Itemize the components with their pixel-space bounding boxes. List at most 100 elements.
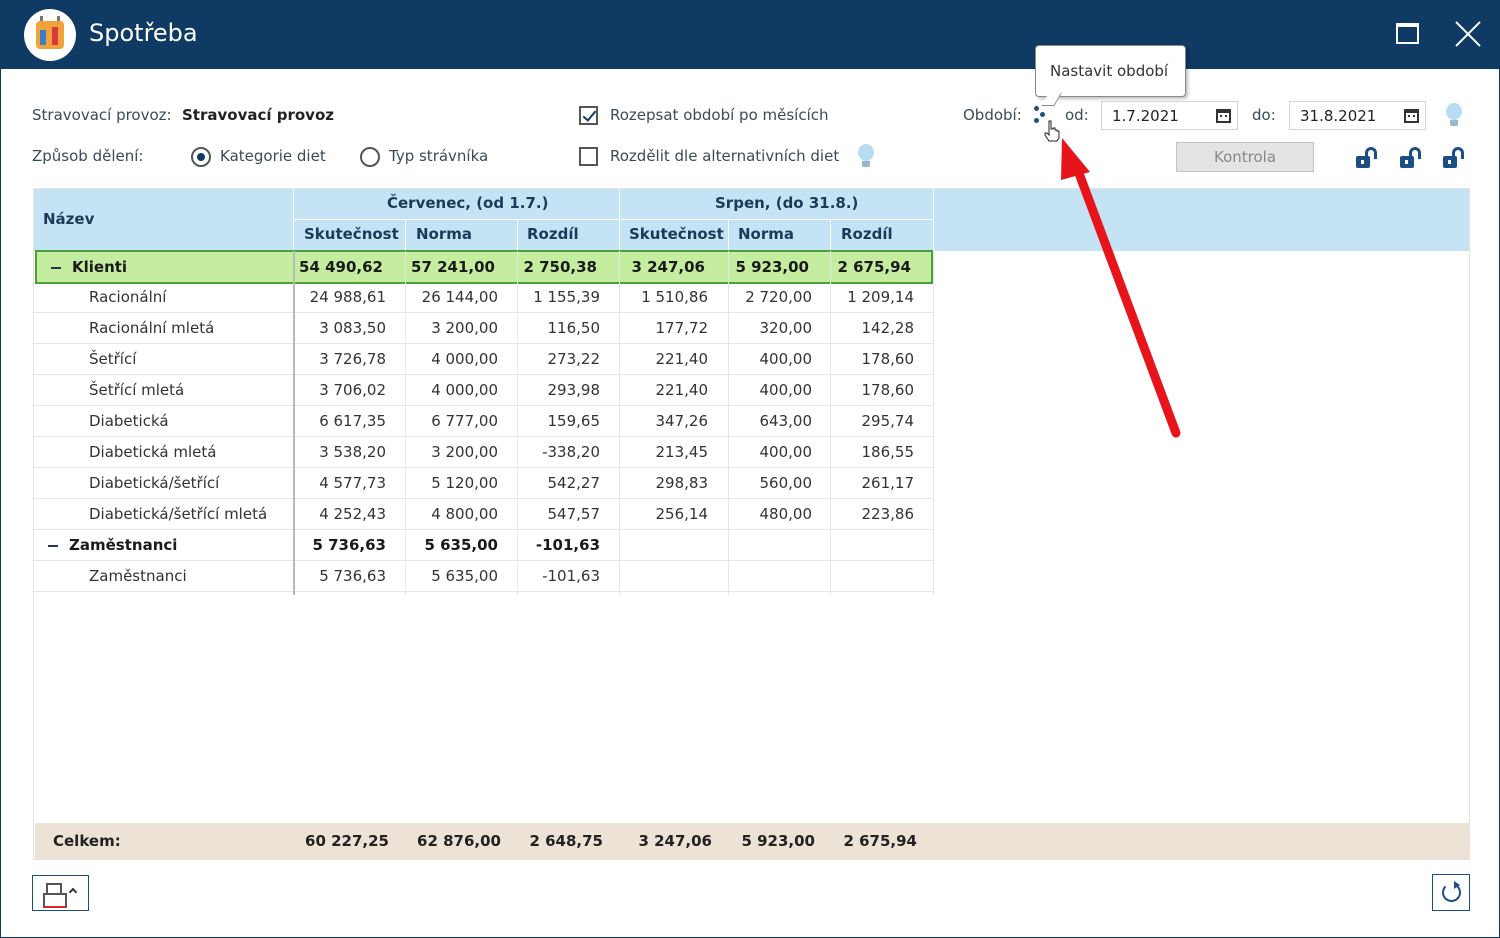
total-row: Celkem: 60 227,25 62 876,00 2 648,75 3 247,… xyxy=(35,823,1470,860)
alt-diets-label[interactable]: Rozdělit dle alternativních diet xyxy=(610,147,839,165)
cell-value: 298,83 xyxy=(655,474,709,492)
table-row[interactable]: Racionální 24 988,61 26 144,00 1 155,39 1 51… xyxy=(34,282,934,313)
column-header-actual[interactable]: Skutečnost xyxy=(629,225,724,243)
consumption-grid[interactable]: Název Červenec, (od 1.7.) Srpen, (do 31.… xyxy=(33,188,1470,860)
row-name: Diabetická mletá xyxy=(89,443,217,461)
split-months-checkbox[interactable] xyxy=(579,106,598,125)
cell-value: 159,65 xyxy=(547,412,601,430)
cell-value: 2 750,38 xyxy=(523,258,597,276)
from-label: od: xyxy=(1065,106,1089,124)
column-header-norm[interactable]: Norma xyxy=(416,225,472,243)
column-header-actual[interactable]: Skutečnost xyxy=(304,225,399,243)
period-label: Období: xyxy=(963,106,1022,124)
unlock-icon[interactable] xyxy=(1443,146,1465,170)
column-separator xyxy=(517,251,518,595)
radio-diet-category[interactable] xyxy=(191,147,211,167)
total-value: 5 923,00 xyxy=(741,832,815,850)
cell-value: 57 241,00 xyxy=(411,258,495,276)
cell-value: 54 490,62 xyxy=(299,258,383,276)
column-separator xyxy=(933,251,934,595)
table-row[interactable]: Šetřící 3 726,78 4 000,00 273,22 221,40 400,0… xyxy=(34,344,934,375)
row-name: Klienti xyxy=(72,258,128,276)
column-header-name[interactable]: Název xyxy=(43,210,94,228)
provoz-value[interactable]: Stravovací provoz xyxy=(182,106,334,124)
maximize-icon[interactable] xyxy=(1396,23,1419,44)
group-row[interactable]: Zaměstnanci 5 736,63 5 635,00 -101,63 xyxy=(34,530,934,561)
table-row[interactable]: Diabetická 6 617,35 6 777,00 159,65 347,26 64… xyxy=(34,406,934,437)
column-separator xyxy=(405,251,406,595)
table-row[interactable]: Diabetická mletá 3 538,20 3 200,00 -338,20 2… xyxy=(34,437,934,468)
table-row[interactable]: Diabetická/šetřící mletá 4 252,43 4 800,00… xyxy=(34,499,934,530)
cell-value: 221,40 xyxy=(655,350,709,368)
row-name: Racionální xyxy=(89,288,167,306)
cell-value: 4 000,00 xyxy=(431,381,498,399)
cell-value: 4 577,73 xyxy=(319,474,386,492)
column-header-norm[interactable]: Norma xyxy=(738,225,794,243)
cell-value: 480,00 xyxy=(759,505,813,523)
table-row[interactable]: Diabetická/šetřící 4 577,73 5 120,00 542,27… xyxy=(34,468,934,499)
group-row[interactable]: Klienti 54 490,62 57 241,00 2 750,38 3 247,0… xyxy=(35,250,933,284)
cell-value: -101,63 xyxy=(535,536,600,554)
total-value: 2 648,75 xyxy=(529,832,603,850)
cell-value: 142,28 xyxy=(861,319,915,337)
radio-diet-category-label[interactable]: Kategorie diet xyxy=(220,147,326,165)
window-title: Spotřeba xyxy=(89,19,198,47)
to-label: do: xyxy=(1252,106,1276,124)
unlock-icon[interactable] xyxy=(1356,146,1378,170)
radio-diner-type-label[interactable]: Typ strávníka xyxy=(389,147,488,165)
cell-value: 400,00 xyxy=(759,443,813,461)
table-row[interactable]: Zaměstnanci 5 736,63 5 635,00 -101,63 xyxy=(34,561,934,592)
cell-value: 3 247,06 xyxy=(631,258,705,276)
radio-diner-type[interactable] xyxy=(360,147,380,167)
column-header-diff[interactable]: Rozdíl xyxy=(527,225,579,243)
period-header-august: Srpen, (do 31.8.) xyxy=(715,194,859,212)
cell-value: 221,40 xyxy=(655,381,709,399)
cell-value: 400,00 xyxy=(759,350,813,368)
refresh-icon xyxy=(1442,881,1461,902)
close-icon[interactable] xyxy=(1454,20,1482,48)
cell-value: 1 510,86 xyxy=(641,288,708,306)
lightbulb-icon[interactable] xyxy=(857,144,875,170)
calendar-icon[interactable] xyxy=(1216,109,1231,123)
cell-value: 5 736,63 xyxy=(312,536,386,554)
cell-value: 3 083,50 xyxy=(319,319,386,337)
split-label: Způsob dělení: xyxy=(32,147,144,165)
cell-value: 400,00 xyxy=(759,381,813,399)
kontrola-button[interactable]: Kontrola xyxy=(1176,142,1314,172)
total-value: 60 227,25 xyxy=(305,832,389,850)
print-button[interactable] xyxy=(32,875,89,911)
cell-value: 1 155,39 xyxy=(533,288,600,306)
calendar-icon[interactable] xyxy=(1404,109,1419,123)
cell-value: 24 988,61 xyxy=(309,288,386,306)
cell-value: 5 635,00 xyxy=(424,536,498,554)
collapse-icon[interactable] xyxy=(51,267,61,269)
cell-value: 3 200,00 xyxy=(431,319,498,337)
cell-value: 2 675,94 xyxy=(837,258,911,276)
table-row[interactable]: Racionální mletá 3 083,50 3 200,00 116,50 17… xyxy=(34,313,934,344)
total-value: 62 876,00 xyxy=(417,832,501,850)
cell-value: 4 252,43 xyxy=(319,505,386,523)
unlock-icon[interactable] xyxy=(1400,146,1422,170)
row-name: Diabetická/šetřící mletá xyxy=(89,505,268,523)
split-months-label[interactable]: Rozepsat období po měsících xyxy=(610,106,829,124)
refresh-button[interactable] xyxy=(1432,874,1470,911)
cell-value: 261,17 xyxy=(861,474,915,492)
cell-value: 6 617,35 xyxy=(319,412,386,430)
alt-diets-checkbox[interactable] xyxy=(579,147,598,166)
lightbulb-icon[interactable] xyxy=(1445,103,1463,129)
cell-value: 177,72 xyxy=(655,319,709,337)
cell-value: 347,26 xyxy=(655,412,709,430)
row-name: Šetřící xyxy=(89,350,137,368)
hand-cursor-icon xyxy=(1044,120,1060,142)
cell-value: 3 726,78 xyxy=(319,350,386,368)
cell-value: 1 209,14 xyxy=(847,288,914,306)
column-separator xyxy=(619,251,620,595)
cell-value: -338,20 xyxy=(542,443,600,461)
total-value: 2 675,94 xyxy=(843,832,917,850)
cell-value: 295,74 xyxy=(861,412,915,430)
column-header-diff[interactable]: Rozdíl xyxy=(841,225,893,243)
collapse-icon[interactable] xyxy=(48,545,58,547)
cell-value: 3 538,20 xyxy=(319,443,386,461)
cell-value: 178,60 xyxy=(861,381,915,399)
table-row[interactable]: Šetřící mletá 3 706,02 4 000,00 293,98 221,4… xyxy=(34,375,934,406)
